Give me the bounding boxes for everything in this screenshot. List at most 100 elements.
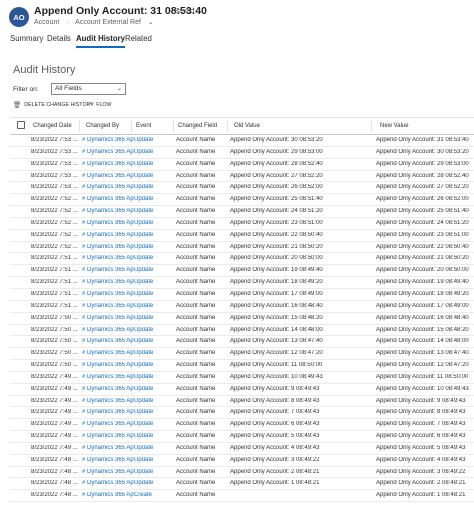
column-header-changed-by[interactable]: Changed By (86, 123, 119, 129)
changed-by-link[interactable]: # Dynamics 365 Ap (82, 244, 134, 250)
changed-by-link[interactable]: # Dynamics 365 Ap (82, 137, 134, 143)
table-row[interactable]: 8/23/2022 7:51 ... # Dynamics 365 Ap Updat… (10, 289, 474, 301)
table-row[interactable]: 8/23/2022 7:53 ... # Dynamics 365 Ap Updat… (10, 159, 474, 171)
column-header-event[interactable]: Event (136, 123, 151, 129)
event-link[interactable]: Create (134, 492, 174, 498)
flow-button[interactable]: ⤳ FLOW (88, 101, 112, 109)
table-row[interactable]: 8/23/2022 7:48 ... # Dynamics 365 Ap Creat… (10, 490, 474, 503)
event-link[interactable]: Update (134, 137, 174, 143)
tab-summary[interactable]: Summary (10, 34, 43, 48)
event-link[interactable]: Update (134, 291, 174, 297)
event-link[interactable]: Update (134, 173, 174, 179)
event-link[interactable]: Update (134, 208, 174, 214)
table-row[interactable]: 8/23/2022 7:51 ... # Dynamics 365 Ap Updat… (10, 277, 474, 289)
table-row[interactable]: 8/23/2022 7:52 ... # Dynamics 365 Ap Updat… (10, 230, 474, 242)
changed-by-link[interactable]: # Dynamics 365 Ap (82, 184, 134, 190)
table-row[interactable]: 8/23/2022 7:50 ... # Dynamics 365 Ap Updat… (10, 325, 474, 337)
table-row[interactable]: 8/23/2022 7:49 ... # Dynamics 365 Ap Updat… (10, 384, 474, 396)
event-link[interactable]: Update (134, 220, 174, 226)
changed-by-link[interactable]: # Dynamics 365 Ap (82, 149, 134, 155)
event-link[interactable]: Update (134, 480, 174, 486)
event-link[interactable]: Update (134, 149, 174, 155)
table-row[interactable]: 8/23/2022 7:53 ... # Dynamics 365 Ap Updat… (10, 171, 474, 183)
event-link[interactable]: Update (134, 327, 174, 333)
changed-by-link[interactable]: # Dynamics 365 Ap (82, 232, 134, 238)
event-link[interactable]: Update (134, 184, 174, 190)
changed-by-link[interactable]: # Dynamics 365 Ap (82, 386, 134, 392)
changed-by-link[interactable]: # Dynamics 365 Ap (82, 433, 134, 439)
changed-by-link[interactable]: # Dynamics 365 Ap (82, 279, 134, 285)
changed-by-link[interactable]: # Dynamics 365 Ap (82, 255, 134, 261)
table-row[interactable]: 8/23/2022 7:49 ... # Dynamics 365 Ap Updat… (10, 419, 474, 432)
changed-by-link[interactable]: # Dynamics 365 Ap (82, 327, 134, 333)
event-link[interactable]: Update (134, 196, 174, 202)
table-row[interactable]: 8/23/2022 7:49 ... # Dynamics 365 Ap Updat… (10, 396, 474, 408)
table-row[interactable]: 8/23/2022 7:52 ... # Dynamics 365 Ap Updat… (10, 206, 474, 218)
table-row[interactable]: 8/23/2022 7:52 ... # Dynamics 365 Ap Updat… (10, 194, 474, 207)
event-link[interactable]: Update (134, 255, 174, 261)
table-row[interactable]: 8/23/2022 7:49 ... # Dynamics 365 Ap Updat… (10, 407, 474, 420)
event-link[interactable]: Update (134, 232, 174, 238)
event-link[interactable]: Update (134, 445, 174, 451)
event-link[interactable]: Update (134, 362, 174, 368)
table-row[interactable]: 8/23/2022 7:49 ... # Dynamics 365 Ap Updat… (10, 431, 474, 443)
event-link[interactable]: Update (134, 244, 174, 250)
tab-audit-history[interactable]: Audit History (76, 34, 125, 48)
select-all-checkbox[interactable] (17, 121, 25, 129)
event-link[interactable]: Update (134, 161, 174, 167)
event-link[interactable]: Update (134, 386, 174, 392)
table-row[interactable]: 8/23/2022 7:48 ... # Dynamics 365 Ap Updat… (10, 467, 474, 479)
changed-by-link[interactable]: # Dynamics 365 Ap (82, 409, 134, 415)
changed-by-link[interactable]: # Dynamics 365 Ap (82, 362, 134, 368)
event-link[interactable]: Update (134, 279, 174, 285)
table-row[interactable]: 8/23/2022 7:50 ... # Dynamics 365 Ap Updat… (10, 313, 474, 325)
table-row[interactable]: 8/23/2022 7:52 ... # Dynamics 365 Ap Updat… (10, 242, 474, 254)
event-link[interactable]: Update (134, 409, 174, 415)
changed-by-link[interactable]: # Dynamics 365 Ap (82, 220, 134, 226)
column-header-old-value[interactable]: Old Value (234, 123, 260, 129)
table-row[interactable]: 8/23/2022 7:51 ... # Dynamics 365 Ap Updat… (10, 301, 474, 313)
table-row[interactable]: 8/23/2022 7:53 ... # Dynamics 365 Ap Updat… (10, 182, 474, 195)
event-link[interactable]: Update (134, 303, 174, 309)
form-selector[interactable]: Account External Ref (75, 19, 141, 26)
changed-by-link[interactable]: # Dynamics 365 Ap (82, 374, 134, 380)
event-link[interactable]: Update (134, 421, 174, 427)
chevron-down-icon[interactable]: ⌄ (148, 19, 154, 26)
filter-select[interactable]: All Fields ⌄ (51, 83, 126, 95)
changed-by-link[interactable]: # Dynamics 365 Ap (82, 469, 134, 475)
changed-by-link[interactable]: # Dynamics 365 Ap (82, 421, 134, 427)
changed-by-link[interactable]: # Dynamics 365 Ap (82, 267, 134, 273)
table-row[interactable]: 8/23/2022 7:48 ... # Dynamics 365 Ap Updat… (10, 455, 474, 467)
event-link[interactable]: Update (134, 469, 174, 475)
changed-by-link[interactable]: # Dynamics 365 Ap (82, 161, 134, 167)
event-link[interactable]: Update (134, 433, 174, 439)
table-row[interactable]: 8/23/2022 7:52 ... # Dynamics 365 Ap Updat… (10, 218, 474, 230)
table-row[interactable]: 8/23/2022 7:51 ... # Dynamics 365 Ap Updat… (10, 265, 474, 278)
table-row[interactable]: 8/23/2022 7:49 ... # Dynamics 365 Ap Updat… (10, 372, 474, 384)
table-row[interactable]: 8/23/2022 7:50 ... # Dynamics 365 Ap Updat… (10, 336, 474, 349)
changed-by-link[interactable]: # Dynamics 365 Ap (82, 457, 134, 463)
event-link[interactable]: Update (134, 350, 174, 356)
event-link[interactable]: Update (134, 398, 174, 404)
changed-by-link[interactable]: # Dynamics 365 Ap (82, 196, 134, 202)
changed-by-link[interactable]: # Dynamics 365 Ap (82, 208, 134, 214)
column-header-new-value[interactable]: New Value (380, 123, 409, 129)
column-header-changed-field[interactable]: Changed Field (178, 123, 217, 129)
column-header-changed-date[interactable]: Changed Date (33, 123, 72, 129)
table-row[interactable]: 8/23/2022 7:51 ... # Dynamics 365 Ap Updat… (10, 253, 474, 266)
changed-by-link[interactable]: # Dynamics 365 Ap (82, 303, 134, 309)
event-link[interactable]: Update (134, 374, 174, 380)
delete-change-history-button[interactable]: 🗑 DELETE CHANGE HISTORY (13, 101, 94, 109)
event-link[interactable]: Update (134, 315, 174, 321)
tab-related[interactable]: Related (125, 34, 152, 48)
changed-by-link[interactable]: # Dynamics 365 Ap (82, 398, 134, 404)
event-link[interactable]: Update (134, 267, 174, 273)
changed-by-link[interactable]: # Dynamics 365 Ap (82, 173, 134, 179)
table-row[interactable]: 8/23/2022 7:50 ... # Dynamics 365 Ap Updat… (10, 348, 474, 361)
event-link[interactable]: Update (134, 338, 174, 344)
table-row[interactable]: 8/23/2022 7:48 ... # Dynamics 365 Ap Updat… (10, 478, 474, 491)
changed-by-link[interactable]: # Dynamics 365 Ap (82, 445, 134, 451)
table-row[interactable]: 8/23/2022 7:49 ... # Dynamics 365 Ap Updat… (10, 443, 474, 455)
changed-by-link[interactable]: # Dynamics 365 Ap (82, 350, 134, 356)
table-row[interactable]: 8/23/2022 7:50 ... # Dynamics 365 Ap Updat… (10, 360, 474, 372)
